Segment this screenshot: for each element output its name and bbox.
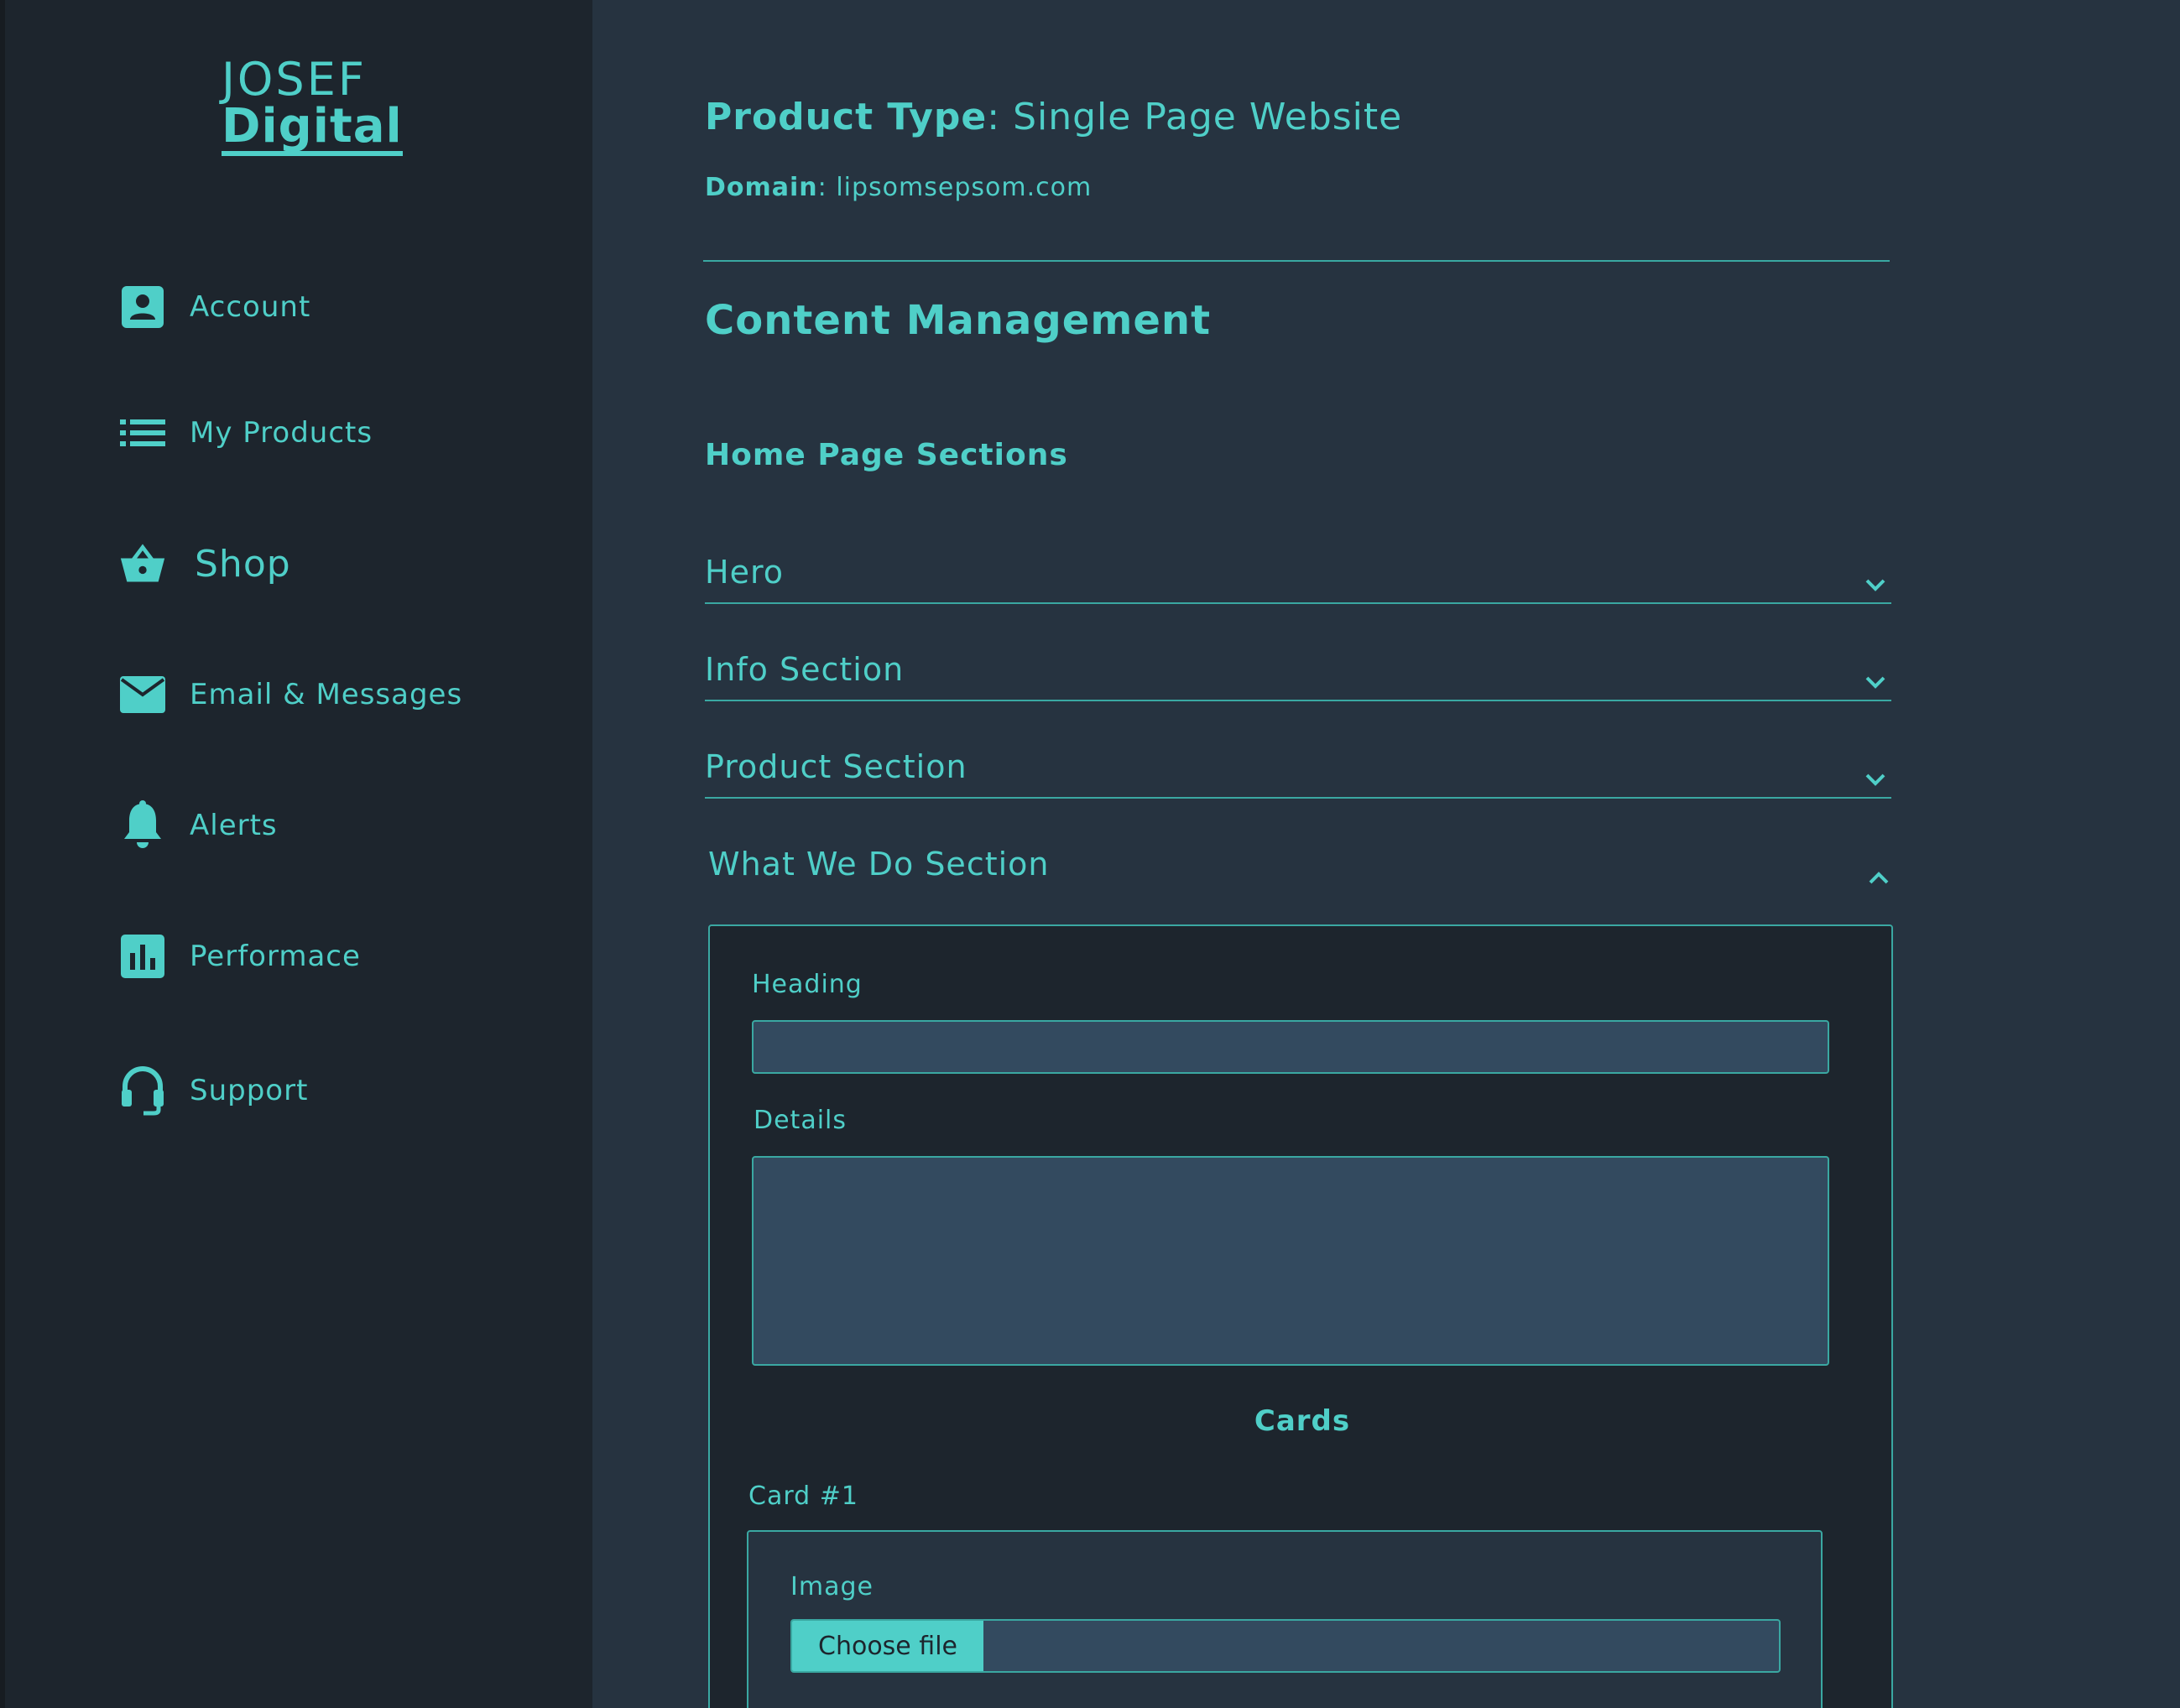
sidebar-item-label: Account — [190, 290, 311, 324]
bar-chart-icon — [119, 933, 166, 980]
headset-icon — [119, 1066, 166, 1116]
sidebar-item-label: Alerts — [190, 809, 278, 842]
cards-title: Cards — [1254, 1404, 1351, 1438]
bell-icon — [119, 800, 166, 849]
accordion-label: What We Do Section — [708, 846, 1050, 883]
sidebar-item-label: Support — [190, 1074, 309, 1107]
details-label: Details — [754, 1106, 847, 1135]
sidebar-item-label: Shop — [195, 542, 291, 586]
image-file-input[interactable]: Choose file — [790, 1619, 1781, 1673]
accordion-label: Info Section — [705, 651, 905, 688]
section-title: Home Page Sections — [705, 438, 1068, 472]
accordion-label: Product Section — [705, 748, 967, 785]
sidebar-item-alerts[interactable]: Alerts — [119, 800, 278, 849]
sidebar-item-shop[interactable]: Shop — [119, 540, 291, 587]
accordion-label: Hero — [705, 554, 784, 591]
sidebar-item-my-products[interactable]: My Products — [119, 409, 373, 456]
sidebar-item-support[interactable]: Support — [119, 1066, 309, 1116]
sidebar-item-label: Email & Messages — [190, 678, 463, 711]
what-we-do-panel: Heading Details Cards Card #1 Image Choo… — [708, 924, 1893, 1708]
brand-logo[interactable]: JOSEF Digital — [222, 57, 403, 156]
product-type-label: Product Type — [705, 96, 988, 138]
details-textarea[interactable] — [752, 1156, 1829, 1366]
chevron-down-icon — [1865, 676, 1885, 689]
accordion-info-section[interactable]: Info Section — [705, 651, 1891, 701]
product-type-value: Single Page Website — [1013, 96, 1403, 138]
domain: Domain: lipsomsepsom.com — [705, 173, 1093, 202]
heading-input[interactable] — [752, 1020, 1829, 1074]
card-1: Image Choose file — [747, 1530, 1823, 1708]
heading-label: Heading — [752, 970, 863, 999]
chevron-up-icon — [1869, 872, 1889, 884]
main-content: Product Type: Single Page Website Domain… — [592, 0, 2180, 1708]
image-label: Image — [790, 1572, 874, 1601]
card-1-label: Card #1 — [748, 1481, 858, 1511]
envelope-icon — [119, 671, 166, 718]
sidebar-item-account[interactable]: Account — [119, 284, 310, 331]
app-root: JOSEF Digital Account My Products Shop E… — [0, 0, 2180, 1708]
basket-icon — [119, 540, 166, 587]
brand-line2: Digital — [222, 102, 403, 156]
domain-label: Domain — [705, 173, 818, 202]
sidebar-item-email-messages[interactable]: Email & Messages — [119, 671, 462, 718]
product-type: Product Type: Single Page Website — [705, 96, 1403, 138]
choose-file-button[interactable]: Choose file — [792, 1621, 983, 1671]
list-icon — [119, 409, 166, 456]
sidebar: JOSEF Digital Account My Products Shop E… — [0, 0, 592, 1708]
sidebar-item-performance[interactable]: Performace — [119, 933, 361, 980]
accordion-product-section[interactable]: Product Section — [705, 748, 1891, 799]
sidebar-item-label: Performace — [190, 940, 361, 973]
divider — [703, 260, 1890, 262]
accordion-what-we-do-section[interactable]: What We Do Section — [708, 846, 1895, 896]
page-title: Content Management — [705, 297, 1212, 344]
chevron-down-icon — [1865, 579, 1885, 591]
brand-line1: JOSEF — [222, 53, 367, 106]
accordion-hero[interactable]: Hero — [705, 554, 1891, 604]
domain-value: lipsomsepsom.com — [836, 173, 1093, 202]
sidebar-item-label: My Products — [190, 416, 373, 450]
chevron-down-icon — [1865, 773, 1885, 786]
account-icon — [119, 284, 166, 331]
